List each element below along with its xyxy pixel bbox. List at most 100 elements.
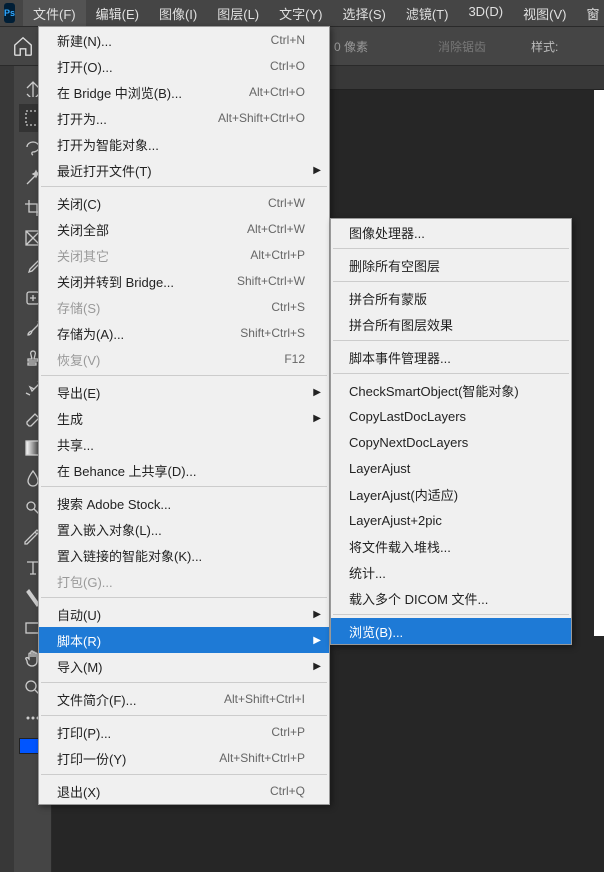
file-menu-item-label: 打印(P)... — [57, 723, 271, 742]
file-menu-item-label: 共享... — [57, 435, 305, 454]
file-menu-item-label: 置入嵌入对象(L)... — [57, 520, 305, 539]
file-menu-item-11: 存储(S)Ctrl+S — [39, 294, 329, 320]
submenu-arrow-icon: ▶ — [313, 661, 321, 672]
file-menu-item-31[interactable]: 打印(P)...Ctrl+P — [39, 719, 329, 745]
file-menu-item-0[interactable]: 新建(N)...Ctrl+N — [39, 27, 329, 53]
scripts-menu-item-label: LayerAjust(内适应) — [349, 485, 547, 504]
file-menu-item-label: 脚本(R) — [57, 631, 305, 650]
file-menu-item-7[interactable]: 关闭(C)Ctrl+W — [39, 190, 329, 216]
file-menu-item-label: 关闭(C) — [57, 194, 268, 213]
file-menu-separator — [41, 715, 327, 716]
file-menu-item-12[interactable]: 存储为(A)...Shift+Ctrl+S — [39, 320, 329, 346]
scripts-menu-item-12[interactable]: LayerAjust — [331, 455, 571, 481]
menu-5[interactable]: 选择(S) — [332, 0, 395, 27]
file-menu-item-shortcut: Ctrl+W — [268, 196, 305, 210]
menu-9[interactable]: 窗 — [576, 0, 604, 27]
file-menu-item-shortcut: Ctrl+S — [271, 300, 305, 314]
file-menu-item-label: 存储(S) — [57, 298, 271, 317]
file-menu-item-9: 关闭其它Alt+Ctrl+P — [39, 242, 329, 268]
file-menu-item-label: 文件简介(F)... — [57, 690, 224, 709]
file-menu-item-label: 关闭其它 — [57, 246, 250, 265]
file-menu-separator — [41, 186, 327, 187]
menu-4[interactable]: 文字(Y) — [269, 0, 332, 27]
menu-3[interactable]: 图层(L) — [207, 0, 269, 27]
menu-0[interactable]: 文件(F) — [23, 0, 86, 27]
file-menu-item-shortcut: Ctrl+Q — [270, 784, 305, 798]
file-menu-item-5[interactable]: 最近打开文件(T)▶ — [39, 157, 329, 183]
scripts-menu-separator — [333, 248, 569, 249]
file-menu-item-label: 打开(O)... — [57, 57, 270, 76]
file-menu-item-label: 恢复(V) — [57, 350, 284, 369]
menu-2[interactable]: 图像(I) — [149, 0, 207, 27]
scripts-menu-item-label: 脚本事件管理器... — [349, 348, 547, 367]
scripts-menu-item-0[interactable]: 图像处理器... — [331, 219, 571, 245]
file-menu-item-15[interactable]: 导出(E)▶ — [39, 379, 329, 405]
file-menu-item-label: 关闭全部 — [57, 220, 247, 239]
file-menu-item-22[interactable]: 置入链接的智能对象(K)... — [39, 542, 329, 568]
menu-7[interactable]: 3D(D) — [458, 0, 513, 27]
scripts-menu-item-13[interactable]: LayerAjust(内适应) — [331, 481, 571, 507]
scripts-menu-item-10[interactable]: CopyLastDocLayers — [331, 403, 571, 429]
scripts-menu-item-label: LayerAjust+2pic — [349, 513, 547, 528]
file-menu-item-21[interactable]: 置入嵌入对象(L)... — [39, 516, 329, 542]
file-menu-item-8[interactable]: 关闭全部Alt+Ctrl+W — [39, 216, 329, 242]
file-menu-item-13: 恢复(V)F12 — [39, 346, 329, 372]
file-menu-item-4[interactable]: 打开为智能对象... — [39, 131, 329, 157]
file-menu-item-34[interactable]: 退出(X)Ctrl+Q — [39, 778, 329, 804]
scripts-menu-item-4[interactable]: 拼合所有蒙版 — [331, 285, 571, 311]
file-menu-item-shortcut: Ctrl+N — [271, 33, 305, 47]
opt-style-label: 样式: — [531, 38, 558, 55]
file-menu-item-20[interactable]: 搜索 Adobe Stock... — [39, 490, 329, 516]
scripts-menu-item-label: 拼合所有蒙版 — [349, 289, 547, 308]
file-menu-item-18[interactable]: 在 Behance 上共享(D)... — [39, 457, 329, 483]
file-menu-item-label: 自动(U) — [57, 605, 305, 624]
scripts-menu-item-15[interactable]: 将文件载入堆栈... — [331, 533, 571, 559]
file-menu-item-shortcut: Alt+Ctrl+W — [247, 222, 305, 236]
file-menu-separator — [41, 774, 327, 775]
document-canvas[interactable] — [594, 90, 604, 636]
scripts-menu-item-label: 浏览(B)... — [349, 622, 547, 641]
file-menu-item-16[interactable]: 生成▶ — [39, 405, 329, 431]
scripts-menu-item-11[interactable]: CopyNextDocLayers — [331, 429, 571, 455]
file-menu-item-3[interactable]: 打开为...Alt+Shift+Ctrl+O — [39, 105, 329, 131]
scripts-menu-item-7[interactable]: 脚本事件管理器... — [331, 344, 571, 370]
file-menu-item-10[interactable]: 关闭并转到 Bridge...Shift+Ctrl+W — [39, 268, 329, 294]
scripts-menu-item-17[interactable]: 载入多个 DICOM 文件... — [331, 585, 571, 611]
file-menu-item-23: 打包(G)... — [39, 568, 329, 594]
file-menu-item-label: 打开为智能对象... — [57, 135, 305, 154]
scripts-menu-item-9[interactable]: CheckSmartObject(智能对象) — [331, 377, 571, 403]
file-menu-item-26[interactable]: 脚本(R)▶ — [39, 627, 329, 653]
file-menu-item-label: 退出(X) — [57, 782, 270, 801]
file-menu-separator — [41, 597, 327, 598]
scripts-menu-item-label: CheckSmartObject(智能对象) — [349, 381, 547, 400]
file-menu-item-shortcut: Ctrl+P — [271, 725, 305, 739]
file-menu-item-25[interactable]: 自动(U)▶ — [39, 601, 329, 627]
scripts-menu-item-16[interactable]: 统计... — [331, 559, 571, 585]
scripts-menu-separator — [333, 281, 569, 282]
file-menu-item-1[interactable]: 打开(O)...Ctrl+O — [39, 53, 329, 79]
scripts-menu-item-2[interactable]: 删除所有空图层 — [331, 252, 571, 278]
file-menu-item-29[interactable]: 文件简介(F)...Alt+Shift+Ctrl+I — [39, 686, 329, 712]
file-menu-item-2[interactable]: 在 Bridge 中浏览(B)...Alt+Ctrl+O — [39, 79, 329, 105]
scripts-menu-item-5[interactable]: 拼合所有图层效果 — [331, 311, 571, 337]
file-menu-item-label: 打开为... — [57, 109, 218, 128]
file-menu-item-27[interactable]: 导入(M)▶ — [39, 653, 329, 679]
file-menu-item-17[interactable]: 共享... — [39, 431, 329, 457]
menu-6[interactable]: 滤镜(T) — [396, 0, 459, 27]
file-menu-item-label: 搜索 Adobe Stock... — [57, 494, 305, 513]
file-menu-item-shortcut: Shift+Ctrl+W — [237, 274, 305, 288]
scripts-menu-separator — [333, 614, 569, 615]
file-menu-item-label: 关闭并转到 Bridge... — [57, 272, 237, 291]
file-menu-item-label: 最近打开文件(T) — [57, 161, 305, 180]
scripts-submenu-dropdown: 图像处理器... 删除所有空图层拼合所有蒙版拼合所有图层效果脚本事件管理器... C… — [330, 218, 572, 645]
file-menu-item-32[interactable]: 打印一份(Y)Alt+Shift+Ctrl+P — [39, 745, 329, 771]
scripts-menu-item-14[interactable]: LayerAjust+2pic — [331, 507, 571, 533]
file-menu-item-shortcut: Shift+Ctrl+S — [240, 326, 305, 340]
file-menu-separator — [41, 486, 327, 487]
menu-1[interactable]: 编辑(E) — [86, 0, 149, 27]
menu-8[interactable]: 视图(V) — [513, 0, 576, 27]
file-menu-item-label: 导出(E) — [57, 383, 305, 402]
home-icon[interactable] — [12, 35, 34, 57]
file-menu-item-label: 打印一份(Y) — [57, 749, 219, 768]
scripts-menu-item-19[interactable]: 浏览(B)... — [331, 618, 571, 644]
